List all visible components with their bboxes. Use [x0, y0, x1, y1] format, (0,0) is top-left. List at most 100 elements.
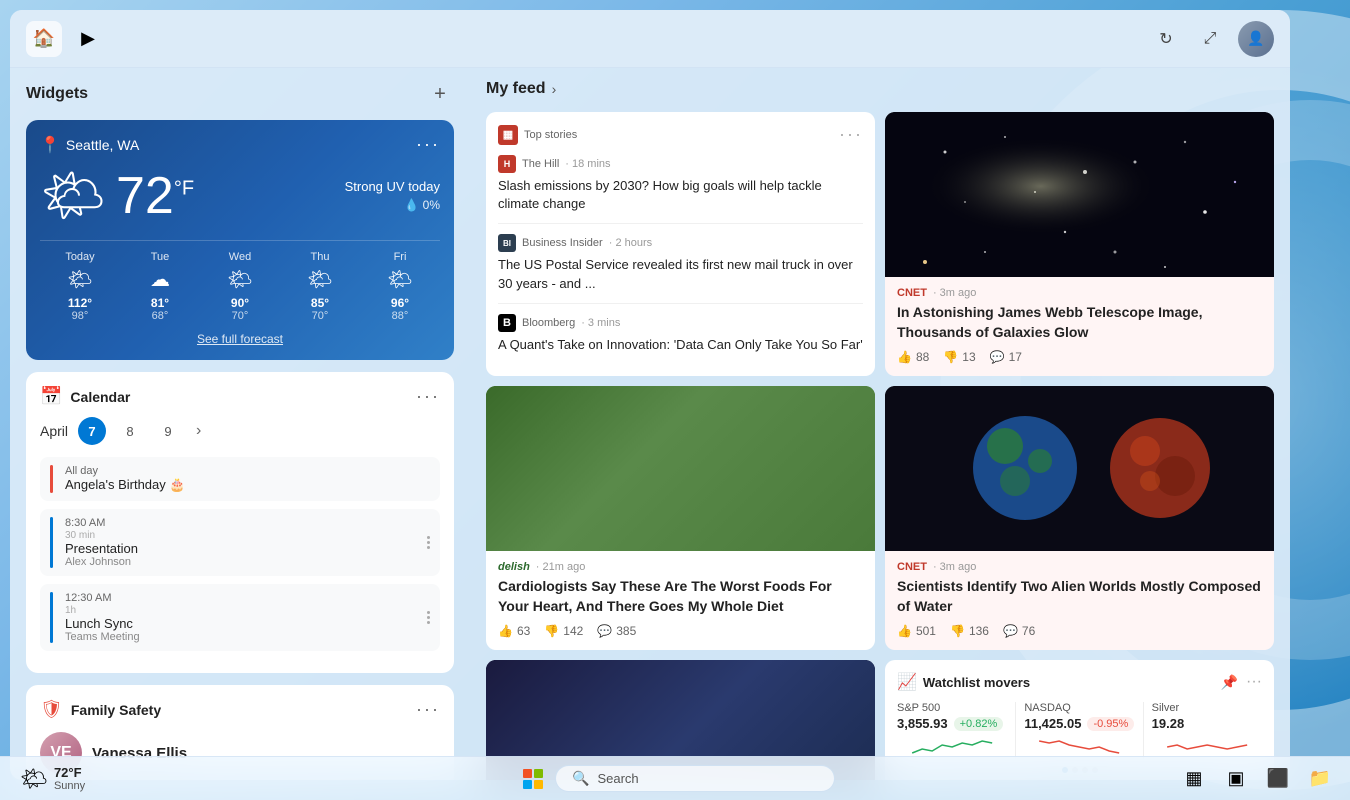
see-full-forecast-link[interactable]: See full forecast [40, 332, 440, 346]
taskbar-right: ▦ ▣ ⬛ 📁 [1176, 761, 1338, 797]
calendar-header: 📅 Calendar ··· [40, 386, 440, 407]
top-stories-more-icon[interactable]: ··· [839, 124, 863, 145]
weather-more-icon[interactable]: ··· [416, 134, 440, 155]
feed-header: My feed › [486, 80, 1274, 98]
calendar-icon: 📅 [40, 386, 62, 407]
delish-comment-button[interactable]: 💬 385 [597, 624, 636, 638]
watchlist-pin-icon[interactable]: 📌 [1221, 674, 1238, 691]
cnet-galaxy-title: In Astonishing James Webb Telescope Imag… [897, 303, 1262, 342]
taskbar-weather[interactable]: 🌤 72°F Sunny [12, 761, 93, 796]
planets-like-button[interactable]: 👍 501 [897, 624, 936, 638]
galaxy-comment-button[interactable]: 💬 17 [990, 350, 1022, 364]
bi-time: · 2 hours [609, 237, 652, 249]
forecast-day-1: Tue ☁ 81° 68° [120, 251, 200, 322]
calendar-event-presentation: 8:30 AM30 min Presentation Alex Johnson [40, 509, 440, 576]
cnet-planets-card[interactable]: CNET · 3m ago Scientists Identify Two Al… [885, 386, 1274, 650]
family-more-icon[interactable]: ··· [416, 699, 440, 720]
cnet-planets-title: Scientists Identify Two Alien Worlds Mos… [897, 577, 1262, 616]
planets-comment-button[interactable]: 💬 76 [1003, 624, 1035, 638]
event-presentation-more-icon[interactable] [427, 517, 430, 568]
taskbar-folder-icon[interactable]: 📁 [1302, 761, 1338, 797]
delish-body: delish · 21m ago Cardiologists Say These… [486, 551, 875, 650]
weather-condition-text: Strong UV today [345, 179, 440, 194]
cnet-galaxy-card[interactable]: CNET · 3m ago In Astonishing James Webb … [885, 112, 1274, 376]
planets-dislike-button[interactable]: 👎 136 [950, 624, 989, 638]
taskbar-video-icon[interactable]: ⬛ [1260, 761, 1296, 797]
silver-name: Silver [1152, 702, 1262, 714]
calendar-title: Calendar [70, 389, 130, 405]
calendar-chevron-icon[interactable]: › [196, 422, 201, 440]
calendar-day-7[interactable]: 7 [78, 417, 106, 445]
location-pin-icon: 📍 [40, 135, 60, 155]
avatar[interactable]: 👤 [1238, 21, 1274, 57]
event-allday-content: All day Angela's Birthday 🎂 [65, 465, 186, 493]
forecast-day-0: Today 🌤 112° 98° [40, 251, 120, 322]
news-item-2[interactable]: B Bloomberg · 3 mins A Quant's Take on I… [498, 314, 863, 354]
cnet-galaxy-actions: 👍 88 👎 13 💬 17 [897, 350, 1262, 364]
expand-icon[interactable]: ⤢ [1194, 23, 1226, 55]
top-stories-label: Top stories [524, 129, 577, 141]
widget-panel: 🏠 ▶ ↻ ⤢ 👤 Widgets + 📍 Seattle, WA [10, 10, 1290, 780]
watchlist-silver: Silver 19.28 [1152, 702, 1262, 759]
weather-temperature: 72°F [116, 166, 194, 226]
taskbar-condition: Sunny [54, 780, 85, 792]
weather-location-name: 📍 Seattle, WA [40, 135, 139, 155]
home-icon-btn[interactable]: 🏠 [26, 21, 62, 57]
content-area: Widgets + 📍 Seattle, WA ··· 🌤 72°F [10, 68, 1290, 780]
news-item-0[interactable]: H The Hill · 18 mins Slash emissions by … [498, 155, 863, 224]
add-widget-button[interactable]: + [426, 80, 454, 108]
delish-actions: 👍 63 👎 142 💬 385 [498, 624, 863, 638]
event-allday-title: Angela's Birthday 🎂 [65, 477, 186, 493]
taskbar-center: 🔍 Search [515, 761, 835, 797]
event-bar-presentation [50, 517, 53, 568]
sp500-change: +0.82% [954, 717, 1004, 731]
calendar-day-9[interactable]: 9 [154, 417, 182, 445]
forecast-day-4: Fri 🌤 96° 88° [360, 251, 440, 322]
delish-dislike-button[interactable]: 👎 142 [544, 624, 583, 638]
weather-details: Strong UV today 💧 0% [345, 179, 440, 212]
delish-food-card[interactable]: delish · 21m ago Cardiologists Say These… [486, 386, 875, 650]
taskbar-screen-icon[interactable]: ▣ [1218, 761, 1254, 797]
calendar-day-8[interactable]: 8 [116, 417, 144, 445]
watchlist-title-row: 📈 Watchlist movers [897, 672, 1030, 692]
nasdaq-change: -0.95% [1087, 717, 1134, 731]
cnet-planets-time: · 3m ago [933, 561, 976, 573]
weather-condition-icon: 🌤 [40, 165, 106, 226]
galaxy-dislike-button[interactable]: 👎 13 [943, 350, 975, 364]
hill-icon: H [498, 155, 516, 173]
delish-source-name: delish [498, 561, 530, 573]
watchlist-nasdaq: NASDAQ 11,425.05 -0.95% [1024, 702, 1134, 759]
news-item-1[interactable]: BI Business Insider · 2 hours The US Pos… [498, 234, 863, 303]
hill-time: · 18 mins [565, 158, 610, 170]
galaxy-like-button[interactable]: 👍 88 [897, 350, 929, 364]
feed-chevron-icon[interactable]: › [552, 81, 557, 97]
top-stories-icon: ▦ [498, 125, 518, 145]
watchlist-title: Watchlist movers [923, 675, 1030, 690]
top-stories-card[interactable]: ▦ Top stories ··· H The Hill · 18 mins S… [486, 112, 875, 376]
event-lunch-more-icon[interactable] [427, 592, 430, 643]
family-header: 🛡 Family Safety ··· [40, 699, 440, 720]
weather-temp-section: 🌤 72°F [40, 165, 194, 226]
sp500-name: S&P 500 [897, 702, 1007, 714]
top-stories-badge: ▦ Top stories [498, 125, 577, 145]
video-icon-btn[interactable]: ▶ [70, 21, 106, 57]
topbar: 🏠 ▶ ↻ ⤢ 👤 [10, 10, 1290, 68]
bloomberg-time: · 3 mins [581, 317, 620, 329]
galaxy-image [885, 112, 1274, 277]
delish-time: · 21m ago [536, 561, 586, 573]
taskbar-widgets-icon[interactable]: ▦ [1176, 761, 1212, 797]
calendar-event-lunch: 12:30 AM1h Lunch Sync Teams Meeting [40, 584, 440, 651]
delish-source: delish · 21m ago [498, 561, 863, 573]
feed-title: My feed [486, 80, 546, 98]
watchlist-header: 📈 Watchlist movers 📌 ··· [897, 672, 1262, 692]
taskbar-search-box[interactable]: 🔍 Search [555, 765, 835, 792]
refresh-icon[interactable]: ↻ [1150, 23, 1182, 55]
weather-forecast: Today 🌤 112° 98° Tue ☁ 81° 68° [40, 240, 440, 322]
taskbar-temperature: 72°F [54, 765, 85, 780]
start-button[interactable] [515, 761, 551, 797]
family-shield-icon: 🛡 [40, 699, 63, 720]
delish-like-button[interactable]: 👍 63 [498, 624, 530, 638]
calendar-more-icon[interactable]: ··· [416, 386, 440, 407]
search-label: Search [597, 771, 638, 786]
watchlist-more-icon[interactable]: ··· [1246, 673, 1262, 691]
